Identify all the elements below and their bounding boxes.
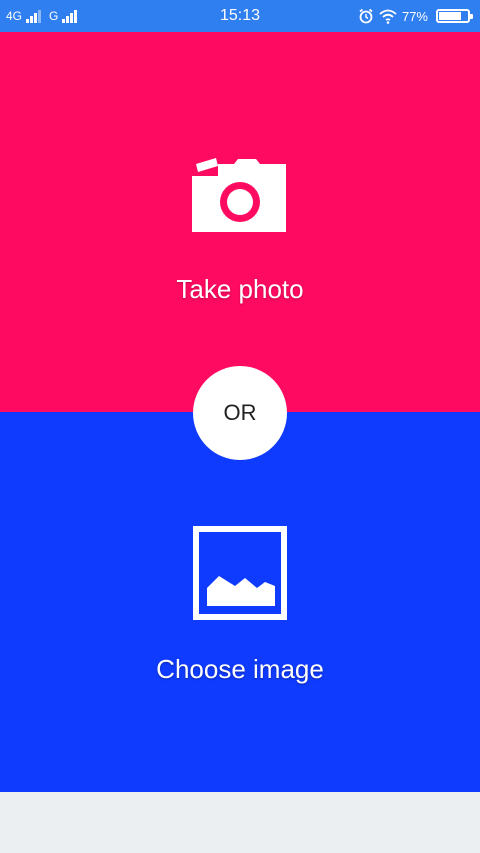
battery-percentage: 77%: [401, 8, 428, 24]
network-type-1: 4G: [6, 9, 23, 23]
battery-icon: [436, 9, 473, 23]
signal-strength-icon-2: [62, 9, 78, 23]
signal-strength-icon: [26, 9, 42, 23]
camera-icon: [192, 158, 286, 232]
status-bar-left: 4G G: [6, 9, 81, 23]
footer-strip: [0, 792, 480, 853]
battery-level-fill: [439, 12, 461, 20]
wifi-icon: [379, 9, 397, 24]
network-type-2: G: [49, 9, 59, 23]
take-photo-panel[interactable]: Take photo: [0, 32, 480, 412]
status-bar-right: 77%: [358, 8, 473, 24]
status-bar: 4G G 15:13 77%: [0, 0, 480, 32]
take-photo-label: Take photo: [176, 274, 304, 304]
choose-image-label: Choose image: [156, 654, 324, 684]
choose-image-panel[interactable]: Choose image: [0, 412, 480, 792]
image-icon: [193, 526, 287, 620]
or-divider-badge: OR: [193, 366, 287, 460]
alarm-icon: [359, 8, 373, 24]
